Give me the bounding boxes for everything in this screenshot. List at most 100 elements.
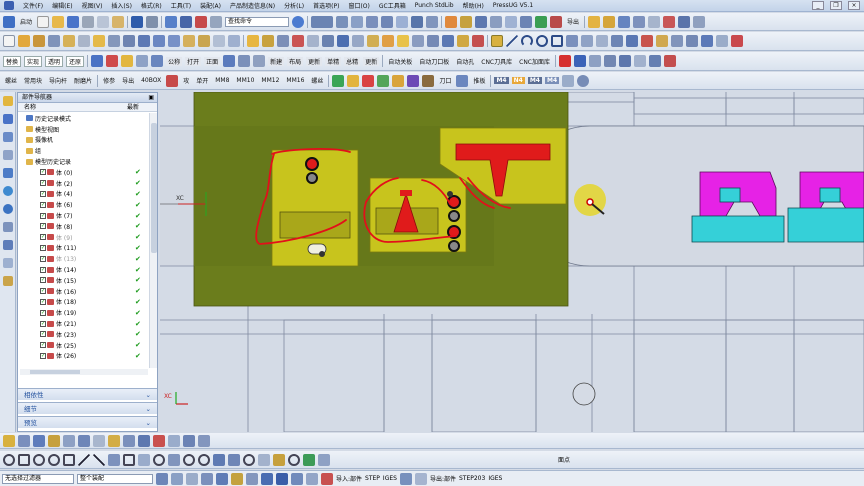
window-icon[interactable] (210, 15, 223, 28)
sew-icon[interactable] (412, 35, 424, 47)
line-icon[interactable] (506, 35, 518, 47)
assembly-icon[interactable] (588, 15, 601, 28)
sketch-icon[interactable] (3, 35, 15, 47)
mirror-icon[interactable] (648, 15, 661, 28)
viewport-icon[interactable] (399, 472, 412, 485)
visibility-checkbox[interactable]: ✓ (40, 352, 46, 359)
conic-draw-icon[interactable] (198, 453, 210, 466)
save-icon[interactable] (67, 15, 80, 28)
shell-icon[interactable] (213, 35, 225, 47)
plus-icon[interactable] (291, 472, 303, 485)
datum-axis-icon[interactable] (322, 35, 334, 47)
menu-gc-toolbox[interactable]: GC工具箱 (379, 1, 406, 10)
pattern-icon[interactable] (663, 15, 676, 28)
analysis-icon[interactable] (445, 15, 458, 28)
replace-face-icon[interactable] (262, 35, 274, 47)
tree-body-row[interactable]: ✓ 体 (2) ✔ (18, 178, 148, 189)
total-precision-button[interactable]: 总精 (344, 56, 361, 66)
tree-body-row[interactable]: ✓ 体 (25) ✔ (18, 340, 148, 351)
tree-node[interactable]: 模型视图 (18, 124, 148, 135)
subtract-icon[interactable] (153, 35, 165, 47)
polygon-icon[interactable] (566, 35, 578, 47)
front-button[interactable]: 正面 (204, 56, 221, 66)
guide-rod-button[interactable]: 导向杆 (47, 76, 69, 85)
transparent-button[interactable]: 透明 (45, 55, 64, 67)
tree-body-row[interactable]: ✓ 体 (26) ✔ (18, 351, 148, 362)
navigator-close-icon[interactable]: ▣ (148, 93, 154, 103)
chamfer-curve-icon[interactable] (596, 35, 608, 47)
pin-icon[interactable] (253, 55, 266, 67)
export-part-status-button[interactable]: 导出:部件 (430, 474, 456, 483)
preview-panel[interactable]: 预览 ⌄ (18, 416, 157, 428)
component-icon[interactable] (603, 15, 616, 28)
new-button[interactable]: 新建 (268, 56, 285, 66)
arc-select-icon[interactable] (63, 453, 75, 466)
selection-filter-dropdown[interactable]: 无选择过滤器 (2, 473, 74, 484)
draft-icon[interactable] (228, 35, 240, 47)
restore-button[interactable]: 还原 (66, 55, 85, 67)
nominal-button[interactable]: 公称 (166, 56, 183, 66)
offset-draw-icon[interactable] (213, 453, 225, 466)
finish-sketch-icon[interactable] (303, 453, 315, 466)
point-draw-icon[interactable] (138, 453, 150, 466)
slash-icon[interactable] (93, 453, 105, 466)
invert-icon[interactable] (520, 15, 533, 28)
mv-icon[interactable] (407, 74, 420, 87)
promote-icon[interactable] (442, 35, 454, 47)
hole-icon[interactable] (48, 35, 60, 47)
fillet-draw-icon[interactable] (153, 453, 165, 466)
scope-dropdown[interactable]: 整个装配 (77, 473, 153, 484)
marker-icon[interactable] (362, 74, 375, 87)
visibility-checkbox[interactable]: ✓ (40, 223, 46, 230)
options-icon[interactable] (693, 15, 706, 28)
select-all-icon[interactable] (171, 472, 183, 485)
dimension-icon[interactable] (273, 453, 285, 466)
square-draw-icon[interactable] (123, 453, 135, 466)
wear-plate-button[interactable]: 耐磨片 (72, 76, 94, 85)
pan-icon[interactable] (381, 15, 394, 28)
search-icon[interactable] (292, 15, 305, 28)
zoom-icon[interactable] (351, 15, 364, 28)
arc-center-icon[interactable] (93, 434, 105, 447)
arc-icon[interactable] (521, 35, 533, 47)
tree-vertical-scrollbar[interactable] (149, 113, 157, 368)
pole-icon[interactable] (183, 434, 195, 447)
edge-display-icon[interactable] (396, 15, 409, 28)
paint-icon[interactable] (347, 74, 360, 87)
material-icon[interactable] (550, 15, 563, 28)
export-button[interactable]: 导出 (565, 17, 581, 26)
tree-node[interactable]: 历史记录模式 (18, 113, 148, 124)
stack-icon[interactable] (562, 74, 575, 87)
box40-button[interactable]: 40BOX (139, 77, 163, 84)
ellipse-draw-icon[interactable] (183, 453, 195, 466)
visibility-checkbox[interactable]: ✓ (40, 266, 46, 273)
view3d-icon[interactable] (392, 74, 405, 87)
move-component-icon[interactable] (633, 15, 646, 28)
trim-curve-icon[interactable] (611, 35, 623, 47)
system-scene-icon[interactable] (3, 258, 13, 268)
divide-curve-icon[interactable] (686, 35, 698, 47)
component-select-icon[interactable] (18, 434, 30, 447)
color-icon[interactable] (535, 15, 548, 28)
auto-plate-button[interactable]: 自动关板 (386, 57, 414, 66)
control-point-icon[interactable] (63, 434, 75, 447)
line-draw-icon[interactable] (78, 453, 90, 466)
plate-icon[interactable] (91, 55, 104, 67)
visibility-checkbox[interactable]: ✓ (40, 244, 46, 251)
blue-block-icon[interactable] (574, 55, 586, 67)
polyline-icon[interactable] (108, 453, 120, 466)
visibility-checkbox[interactable]: ✓ (40, 309, 46, 316)
curve-select-icon[interactable] (48, 453, 60, 466)
menu-pmi[interactable]: 产品制造信息(N) (230, 1, 275, 10)
pattern-draw-icon[interactable] (243, 453, 255, 466)
mirror-draw-icon[interactable] (228, 453, 240, 466)
tree-body-row[interactable]: ✓ 体 (13) ✔ (18, 253, 148, 264)
m4-button-1[interactable]: M4 (494, 77, 509, 84)
circle-icon[interactable] (536, 35, 548, 47)
datum-plane-icon[interactable] (307, 35, 319, 47)
view-block-icon[interactable] (649, 55, 661, 67)
split-body-icon[interactable] (292, 35, 304, 47)
visibility-checkbox[interactable]: ✓ (40, 169, 46, 176)
column-name[interactable]: 名称 (24, 103, 36, 111)
tree-body-row[interactable]: ✓ 体 (18) ✔ (18, 297, 148, 308)
